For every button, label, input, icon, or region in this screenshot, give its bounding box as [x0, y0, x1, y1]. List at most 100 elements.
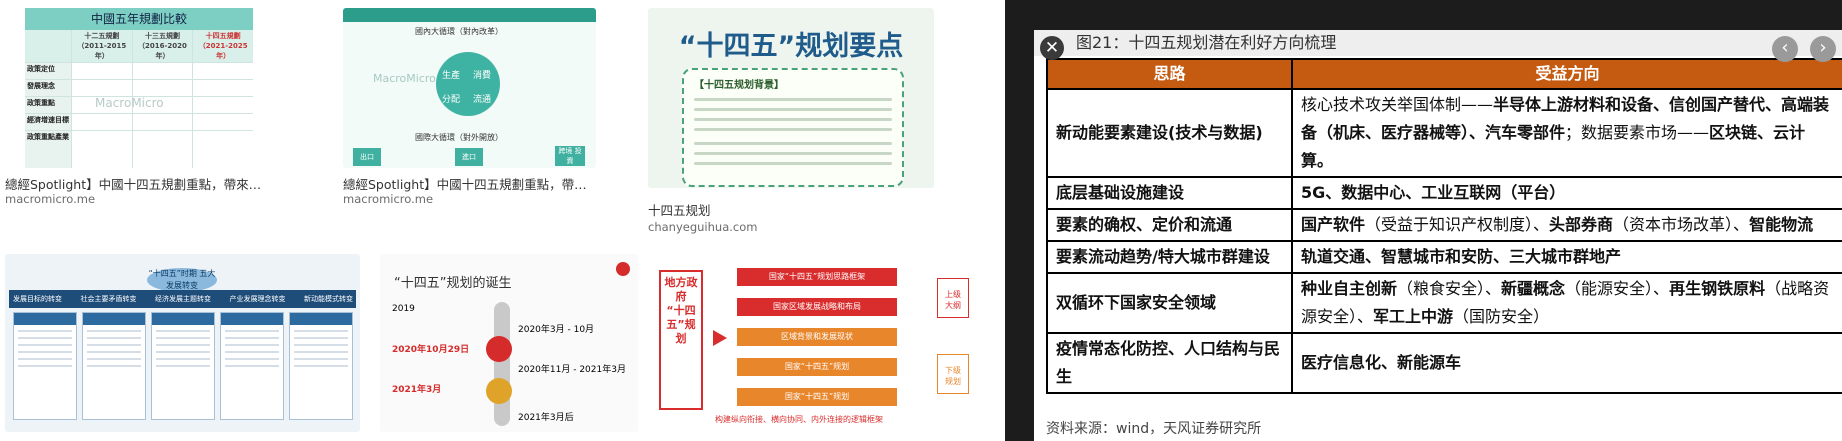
benefit-text: 国产软件	[1301, 215, 1366, 234]
row-benefits: 5G、数据中心、工业互联网（平台）	[1291, 176, 1842, 210]
thumb-bar: 国家“十四五”规划	[737, 388, 897, 406]
thumb-header: 中國五年規劃比較	[25, 8, 253, 30]
next-image-icon[interactable]: ›	[1810, 36, 1836, 62]
thumb-dome: “十四五”时期 五大发展转变	[147, 268, 217, 292]
national-emblem-icon	[486, 378, 512, 404]
party-emblem-icon	[486, 336, 512, 362]
result-thumbnail-1[interactable]: 中國五年規劃比較 十二五規劃 （2011-2015年） 十三五規劃 （2016-…	[5, 8, 273, 168]
table-row-header: 經濟增速目標	[25, 114, 71, 130]
thumb-footer: 构建纵向衔接、横向协同、内外连接的逻辑框架	[715, 415, 883, 424]
result-card-5[interactable]: “十四五”规划的诞生 2019 2020年10月29日 2020年3月 - 10…	[380, 254, 638, 432]
result-card-1[interactable]: 中國五年規劃比較 十二五規劃 （2011-2015年） 十三五規劃 （2016-…	[5, 8, 273, 206]
timeline-item: 2021年3月	[392, 385, 442, 395]
benefit-text: 医疗信息化、新能源车	[1301, 353, 1462, 372]
result-card-6[interactable]: 地方政府 “十四五”规划 国家“十四五”规划思路框架 国家区域发展战略和布局 区…	[655, 254, 986, 432]
ring-label: 分配	[442, 95, 461, 105]
table-col-header: 十四五規劃 （2021-2025年）	[193, 30, 253, 62]
row-benefits: 轨道交通、智慧城市和安防、三大城市群地产	[1291, 240, 1842, 274]
thumb-column	[220, 312, 284, 420]
result-card-4[interactable]: “十四五”时期 五大发展转变 发展目标的转变 社会主要矛盾转变 经济发展主题转变…	[5, 254, 360, 432]
table-row: 双循环下国家安全领域 种业自主创新（粮食安全）、新疆概念（能源安全）、再生钢铁原料…	[1046, 272, 1842, 334]
benefit-text: 核心技术攻关举国体制——	[1301, 95, 1494, 114]
preview-image[interactable]: 图21：十四五规划潜在利好方向梳理 思路 受益方向 新动能要素建设(技术与数据)…	[1034, 30, 1842, 441]
thumb-title: “十四五”规划的诞生	[394, 276, 512, 291]
thumb-band	[343, 8, 596, 22]
thumb-right-box: 上级 大纲	[937, 278, 969, 318]
thumb-label: 國際大循環（對外開放）	[415, 133, 503, 142]
thumb-box: 【十四五规划背景】	[682, 68, 904, 187]
table-col-header: 十二五規劃 （2011-2015年）	[72, 30, 132, 62]
logo-icon	[616, 262, 630, 276]
thumb-column	[151, 312, 215, 420]
result-thumbnail-4[interactable]: “十四五”时期 五大发展转变 发展目标的转变 社会主要矛盾转变 经济发展主题转变…	[5, 254, 360, 432]
column-title: 发展目标的转变	[13, 295, 62, 303]
benefit-text: 军工上中游	[1373, 307, 1454, 326]
watermark: MacroMicro	[95, 96, 164, 110]
column-title: 经济发展主题转变	[155, 295, 211, 303]
column-titles: 发展目标的转变 社会主要矛盾转变 经济发展主题转变 产业发展理念转变 新动能模式…	[13, 294, 353, 304]
result-thumbnail-2[interactable]: 國內大循環（對內改革） 生產 消費 分配 流通 國際大循環（對外開放） 出口 進…	[343, 8, 596, 168]
row-benefits: 医疗信息化、新能源车	[1291, 332, 1842, 394]
result-card-3[interactable]: “十四五”规划要点 【十四五规划背景】 十四五规划 chanyeguihua.c…	[648, 8, 934, 234]
table-row-header: 政策重點產業	[25, 131, 71, 168]
prev-image-icon[interactable]: ‹	[1772, 36, 1798, 62]
table-row: 要素流动趋势/特大城市群建设 轨道交通、智慧城市和安防、三大城市群地产	[1046, 240, 1842, 274]
benefit-text: ；数据要素市场——	[1565, 123, 1710, 142]
row-category: 双循环下国家安全领域	[1046, 272, 1293, 334]
result-thumbnail-5[interactable]: “十四五”规划的诞生 2019 2020年10月29日 2020年3月 - 10…	[380, 254, 638, 432]
timeline-item: 2021年3月后	[518, 413, 574, 423]
timeline-item: 2019	[392, 304, 415, 314]
table-row-header: 政策重點	[25, 97, 71, 113]
thumb-left-box: 地方政府 “十四五”规划	[659, 270, 703, 410]
result-source[interactable]: macromicro.me	[5, 192, 95, 206]
result-source[interactable]: macromicro.me	[343, 192, 433, 206]
thumb-bar: 国家“十四五”规划	[737, 358, 897, 376]
row-category: 新动能要素建设(技术与数据)	[1046, 88, 1293, 178]
benefit-text: 新疆概念	[1501, 279, 1566, 298]
benefit-text: 种业自主创新	[1301, 279, 1398, 298]
table-row-header: 發展理念	[25, 80, 71, 96]
thumb-right-box: 下级 规划	[937, 354, 969, 394]
thumb-bar: 区域背景和发展现状	[737, 328, 897, 346]
doc-source: 资料来源：wind，天风证券研究所	[1046, 421, 1262, 437]
ring-label: 流通	[473, 95, 492, 105]
result-caption[interactable]: 總經Spotlight】中國十四五規劃重點，帶來的三大投資機會	[5, 174, 273, 193]
benefit-text: （受益于知识产权制度）、	[1365, 215, 1550, 234]
timeline-item: 2020年3月 - 10月	[518, 325, 595, 335]
box-label: 【十四五规划背景】	[694, 80, 784, 91]
benefit-text: 轨道交通、智慧城市和安防、三大城市群地产	[1301, 247, 1622, 266]
tag: 跨境 投資	[555, 146, 585, 166]
benefit-text: （资本市场改革）、	[1613, 215, 1750, 234]
benefit-text: （粮食安全）、	[1397, 279, 1502, 298]
cycle-ring	[436, 52, 500, 116]
row-category: 底层基础设施建设	[1046, 176, 1293, 210]
close-icon[interactable]: ✕	[1040, 36, 1064, 60]
result-caption[interactable]: 十四五规划	[648, 200, 711, 219]
benefit-table: 思路 受益方向 新动能要素建设(技术与数据) 核心技术攻关举国体制——半导体上游材…	[1046, 58, 1842, 394]
ring-label: 生產	[442, 71, 461, 81]
doc-title: 图21：十四五规划潜在利好方向梳理	[1034, 30, 1842, 56]
timeline-spine	[494, 302, 510, 426]
row-benefits: 核心技术攻关举国体制——半导体上游材料和设备、信创国产替代、高端装备（机床、医疗…	[1291, 88, 1842, 178]
result-source[interactable]: chanyeguihua.com	[648, 220, 757, 234]
thumb-label: 國內大循環（對內改革）	[415, 27, 503, 36]
row-benefits: 国产软件（受益于知识产权制度）、头部券商（资本市场改革）、智能物流	[1291, 208, 1842, 242]
watermark: MacroMicro	[373, 72, 436, 85]
result-caption[interactable]: 總經Spotlight】中國十四五規劃重點，帶來的三大投資機會	[343, 174, 596, 193]
result-thumbnail-6[interactable]: 地方政府 “十四五”规划 国家“十四五”规划思路框架 国家区域发展战略和布局 区…	[655, 254, 986, 432]
result-thumbnail-3[interactable]: “十四五”规划要点 【十四五规划背景】	[648, 8, 934, 188]
column-title: 新动能模式转变	[304, 295, 353, 303]
thumb-column	[13, 312, 77, 420]
benefit-text: 智能物流	[1749, 215, 1814, 234]
table-header: 受益方向	[1291, 58, 1842, 90]
table-row: 新动能要素建设(技术与数据) 核心技术攻关举国体制——半导体上游材料和设备、信创国…	[1046, 88, 1842, 178]
tag: 出口	[353, 148, 381, 166]
row-category: 要素流动趋势/特大城市群建设	[1046, 240, 1293, 274]
image-preview-panel: 图21：十四五规划潜在利好方向梳理 思路 受益方向 新动能要素建设(技术与数据)…	[1005, 0, 1842, 441]
thumb-column	[82, 312, 146, 420]
column-title: 社会主要矛盾转变	[80, 295, 137, 303]
result-card-2[interactable]: 國內大循環（對內改革） 生產 消費 分配 流通 國際大循環（對外開放） 出口 進…	[343, 8, 596, 206]
benefit-text: 5G、数据中心、工业互联网（平台）	[1301, 183, 1566, 202]
thumb-column	[289, 312, 353, 420]
thumb-bar: 国家区域发展战略和布局	[737, 298, 897, 316]
